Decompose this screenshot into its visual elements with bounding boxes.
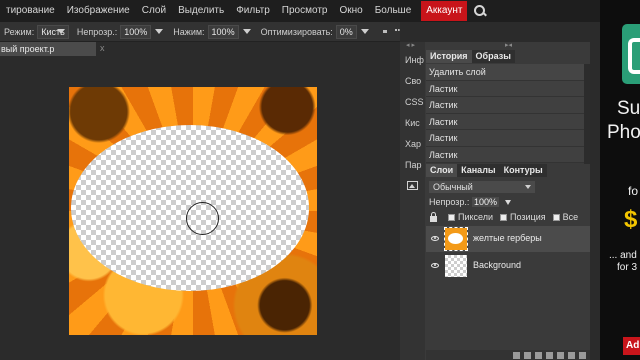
layer-row[interactable]: Background (426, 253, 590, 279)
menu-layer[interactable]: Слой (136, 0, 172, 22)
lock-all-checkbox[interactable] (552, 213, 560, 221)
history-item[interactable]: Ластик (426, 97, 584, 114)
history-scrollbar[interactable] (584, 64, 590, 164)
history-item[interactable]: Ластик (426, 130, 584, 147)
tab-properties[interactable]: Сво (400, 71, 425, 92)
brush-shape-icon[interactable] (382, 30, 388, 33)
adjustment-icon[interactable] (535, 352, 542, 359)
search-icon[interactable] (473, 4, 487, 18)
side-tabs-collapse[interactable]: ◂ ▸ (400, 42, 425, 50)
ad-text: fo (628, 184, 639, 198)
tab-css[interactable]: CSS (400, 92, 425, 113)
ad-text: ... and (609, 250, 637, 261)
layers-tabs: Слои Каналы Контуры (426, 164, 590, 177)
pressure-label: Нажим: (173, 26, 205, 37)
chevron-down-icon[interactable] (56, 29, 65, 34)
document-tab[interactable]: вый проект.p (0, 42, 96, 56)
menu-bar: тирование Изображение Слой Выделить Филь… (0, 0, 600, 22)
layer-name: желтые герберы (473, 233, 542, 243)
pressure-input[interactable]: 100% (207, 24, 239, 39)
chevron-down-icon[interactable] (505, 200, 512, 205)
lock-icon (430, 211, 437, 222)
tab-characters[interactable]: Хар (400, 134, 425, 155)
eye-icon[interactable] (431, 263, 439, 268)
history-item[interactable]: Ластик (426, 113, 584, 130)
optimize-input[interactable]: 0% (335, 24, 357, 39)
close-icon[interactable]: x (100, 44, 108, 53)
tool-options-bar: Режим: Кисть Непрозр.: 100% Нажим: 100% … (0, 22, 400, 42)
layers-toolbar (426, 350, 590, 360)
blend-mode-select[interactable]: Обычный (429, 181, 535, 193)
ad-text: Pho (607, 122, 640, 143)
opacity-label: Непрозр.: (76, 26, 118, 37)
image-canvas[interactable] (69, 87, 317, 335)
tab-channels[interactable]: Каналы (457, 164, 500, 177)
chevron-down-icon[interactable] (155, 29, 164, 34)
link-layers-icon[interactable] (513, 352, 520, 359)
side-tabs: ◂ ▸ Инф Сво CSS Кис Хар Пар (400, 42, 425, 360)
lock-all-label: Все (562, 212, 579, 222)
opacity-input[interactable]: 100% (120, 24, 152, 39)
ad-text: for 3 (617, 262, 638, 273)
tab-brushes[interactable]: Кис (400, 113, 425, 134)
optimize-label: Оптимизировать: (260, 26, 333, 37)
history-item[interactable]: Ластик (426, 146, 584, 163)
brush-cursor (186, 202, 219, 235)
menu-view[interactable]: Просмотр (276, 0, 334, 22)
history-panel: ▸◂ История Образы Удалить слой Ластик Ла… (426, 42, 590, 164)
new-layer-icon[interactable] (568, 352, 575, 359)
layer-name: Background (473, 260, 522, 270)
history-item[interactable]: Ластик (426, 80, 584, 97)
tab-history[interactable]: История (426, 50, 472, 63)
ad-button[interactable]: Ad (623, 337, 640, 355)
menu-select[interactable]: Выделить (172, 0, 230, 22)
tab-paths[interactable]: Контуры (499, 164, 547, 177)
history-tabs: История Образы (426, 50, 590, 63)
tab-swatches[interactable]: Образы (471, 50, 515, 63)
menu-more[interactable]: Больше (369, 0, 418, 22)
account-button[interactable]: Аккаунт (421, 1, 468, 21)
trash-icon[interactable] (579, 352, 586, 359)
lock-pixels-label: Пиксели (458, 212, 494, 222)
history-collapse[interactable]: ▸◂ (426, 42, 590, 50)
image-icon[interactable] (407, 181, 418, 190)
ad-price: $ (624, 206, 638, 233)
mode-label: Режим: (4, 26, 35, 37)
lock-pixels-checkbox[interactable] (448, 213, 455, 221)
lock-position-checkbox[interactable] (500, 213, 508, 221)
layer-opacity: Непрозр.: 100% (429, 197, 512, 207)
chevron-down-icon[interactable] (242, 29, 251, 34)
brush-dots-icon[interactable] (395, 28, 400, 35)
advertisement[interactable]: Su Pho fo $ ... and for 3 Ad (600, 0, 640, 360)
group-icon[interactable] (557, 352, 564, 359)
app-logo-icon (622, 24, 640, 84)
layer-opacity-input[interactable]: 100% (471, 197, 499, 207)
chevron-down-icon[interactable] (360, 29, 369, 34)
eye-icon[interactable] (431, 236, 439, 241)
history-item[interactable]: Удалить слой (426, 64, 584, 81)
tab-info[interactable]: Инф (400, 50, 425, 71)
menu-edit[interactable]: тирование (0, 0, 61, 22)
layer-thumbnail (444, 227, 468, 251)
layer-thumbnail (445, 255, 467, 277)
menu-image[interactable]: Изображение (61, 0, 136, 22)
tab-paragraph[interactable]: Пар (400, 155, 425, 176)
ad-text: Su (617, 98, 640, 119)
layers-panel: Слои Каналы Контуры Обычный Непрозр.: 10… (426, 164, 590, 360)
mask-icon[interactable] (546, 352, 553, 359)
tab-layers[interactable]: Слои (426, 164, 458, 177)
lock-options: Пиксели Позиция Все (429, 211, 579, 222)
lock-position-label: Позиция (510, 212, 546, 222)
layer-row[interactable]: желтые герберы (426, 226, 590, 252)
menu-filter[interactable]: Фильтр (230, 0, 276, 22)
history-list: Удалить слой Ластик Ластик Ластик Ластик… (426, 64, 584, 163)
menu-window[interactable]: Окно (333, 0, 368, 22)
layer-opacity-label: Непрозр.: (429, 197, 470, 207)
layer-style-icon[interactable] (524, 352, 531, 359)
